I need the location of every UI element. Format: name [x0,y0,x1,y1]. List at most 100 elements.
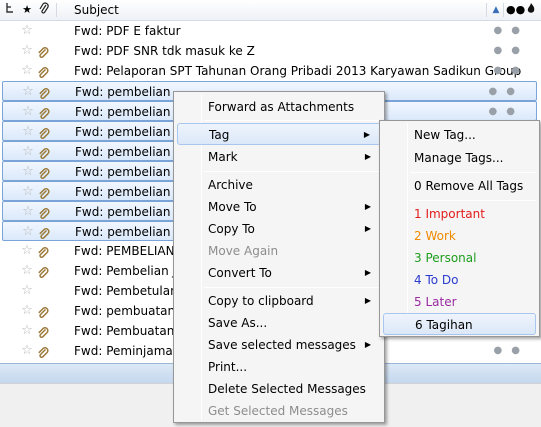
submenu-arrow-icon: ▶ [364,268,371,277]
star-toggle-icon[interactable]: ☆ [19,241,35,261]
message-subject: Fwd: pembelian [75,225,171,239]
message-subject: Fwd: pembelian [75,165,171,179]
sort-ascending-icon[interactable]: ▲ [490,2,502,18]
message-subject: Fwd: pembelian [75,145,171,159]
paperclip-icon [38,206,50,219]
message-row[interactable]: ☆ Fwd: PDF SNR tdk masuk ke Z ●● [0,41,541,61]
star-toggle-icon[interactable]: ☆ [19,61,35,81]
menu-item-tag-5[interactable]: 5 Later [383,291,536,313]
star-toggle-icon[interactable]: ☆ [19,41,35,61]
star-toggle-icon[interactable]: ☆ [20,202,36,222]
menu-item-save-selected-messages[interactable]: Save selected messages ▶ [177,334,381,356]
message-subject: Fwd: Peminjaman I [74,344,188,358]
read-status-dots[interactable]: ●● [494,341,529,361]
menu-item-save-as[interactable]: Save As... [177,312,381,334]
menu-item-forward-as-attachments[interactable]: Forward as Attachments [177,96,381,118]
star-toggle-icon[interactable]: ☆ [20,82,36,102]
menu-item-label: Print... [208,360,248,374]
menu-separator [204,287,380,288]
read-status-dots[interactable]: ●● [489,102,524,122]
paperclip-icon [37,345,49,358]
menu-item-tag-2[interactable]: 2 Work [383,225,536,247]
paperclip-icon [37,45,49,58]
menu-item-label: 5 Later [414,295,457,309]
star-toggle-icon[interactable]: ☆ [19,321,35,341]
menu-item-label: 6 Tagihan [415,318,473,332]
paperclip-icon [38,86,50,99]
menu-item-label: Tag [209,128,230,142]
star-toggle-icon[interactable]: ☆ [20,142,36,162]
junk-flame-icon[interactable] [524,2,538,18]
star-icon[interactable]: ★ [20,2,34,18]
tag-submenu: New Tag... Manage Tags... 0 Remove All T… [379,120,540,337]
read-status-dots[interactable]: ●● [494,61,529,81]
message-subject: Fwd: PDF E faktur [74,24,181,38]
menu-item-copy-to-clipboard[interactable]: Copy to clipboard ▶ [177,290,381,312]
menu-item-label: 2 Work [414,229,456,243]
read-status-icon[interactable]: ●● [506,2,525,18]
menu-separator [204,171,380,172]
submenu-arrow-icon: ▶ [364,296,371,305]
subject-column-header[interactable]: Subject [74,3,119,17]
menu-item-remove-all-tags[interactable]: 0 Remove All Tags [383,175,536,197]
read-status-dots[interactable]: ●● [489,82,524,102]
star-toggle-icon[interactable]: ☆ [20,102,36,122]
message-row[interactable]: ☆ Fwd: Pelaporan SPT Tahunan Orang Pribad… [0,61,541,81]
paperclip-icon [37,305,49,318]
star-toggle-icon[interactable]: ☆ [19,301,35,321]
read-status-dots[interactable]: ●● [494,41,529,61]
star-toggle-icon[interactable]: ☆ [20,182,36,202]
menu-item-label: 0 Remove All Tags [414,179,524,193]
menu-item-label: 4 To Do [414,273,459,287]
menu-item-tag-6[interactable]: 6 Tagihan [383,313,536,335]
submenu-arrow-icon: ▶ [364,340,371,349]
menu-item-label: Get Selected Messages [208,404,348,418]
message-subject: Fwd: Pelaporan SPT Tahunan Orang Pribadi… [74,64,522,78]
star-toggle-icon[interactable]: ☆ [20,122,36,142]
submenu-arrow-icon: ▶ [364,224,371,233]
star-toggle-icon[interactable]: ☆ [20,222,36,242]
menu-item-label: Delete Selected Messages [208,382,366,396]
menu-item-convert-to[interactable]: Convert To ▶ [177,262,381,284]
thread-icon[interactable] [4,2,16,18]
menu-item-tag-4[interactable]: 4 To Do [383,269,536,291]
menu-item-tag[interactable]: Tag ▶ [177,123,381,145]
menu-item-print[interactable]: Print... [177,356,381,378]
menu-item-label: Move To [208,200,257,214]
message-subject: Fwd: pembelian [75,85,171,99]
read-status-dots[interactable]: ●● [494,21,529,41]
message-row[interactable]: ☆ Fwd: PDF E faktur ●● [0,21,541,41]
menu-separator [204,120,380,121]
menu-item-manage-tags[interactable]: Manage Tags... [383,147,536,169]
menu-item-new-tag[interactable]: New Tag... [383,124,536,146]
menu-item-label: Forward as Attachments [208,100,355,114]
menu-item-archive[interactable]: Archive [177,174,381,196]
message-subject: Fwd: Pembelian Jar [74,264,189,278]
menu-item-get-selected-messages: Get Selected Messages [177,400,381,422]
menu-item-label: Archive [208,178,253,192]
menu-item-label: Copy to clipboard [208,294,314,308]
menu-item-delete-selected-messages[interactable]: Delete Selected Messages [177,378,381,400]
paperclip-icon [38,126,50,139]
message-subject: Fwd: PEMBELIAN 1 [74,244,187,258]
star-toggle-icon[interactable]: ☆ [19,21,35,41]
star-toggle-icon[interactable]: ☆ [20,162,36,182]
menu-item-copy-to[interactable]: Copy To ▶ [177,218,381,240]
menu-item-label: 3 Personal [414,251,477,265]
star-toggle-icon[interactable]: ☆ [19,341,35,361]
menu-item-mark[interactable]: Mark ▶ [177,146,381,168]
menu-item-move-again: Move Again [177,240,381,262]
menu-item-tag-3[interactable]: 3 Personal [383,247,536,269]
paperclip-icon[interactable] [37,2,51,18]
menu-item-label: Move Again [208,244,279,258]
menu-item-move-to[interactable]: Move To ▶ [177,196,381,218]
message-subject: Fwd: pembelian [75,185,171,199]
submenu-arrow-icon: ▶ [364,152,371,161]
star-toggle-icon[interactable]: ☆ [19,261,35,281]
menu-item-label: Copy To [208,222,255,236]
paperclip-icon [38,146,50,159]
paperclip-icon [38,226,50,239]
star-toggle-icon[interactable]: ☆ [19,281,35,301]
menu-item-tag-1[interactable]: 1 Important [383,203,536,225]
menu-item-label: New Tag... [414,128,476,142]
